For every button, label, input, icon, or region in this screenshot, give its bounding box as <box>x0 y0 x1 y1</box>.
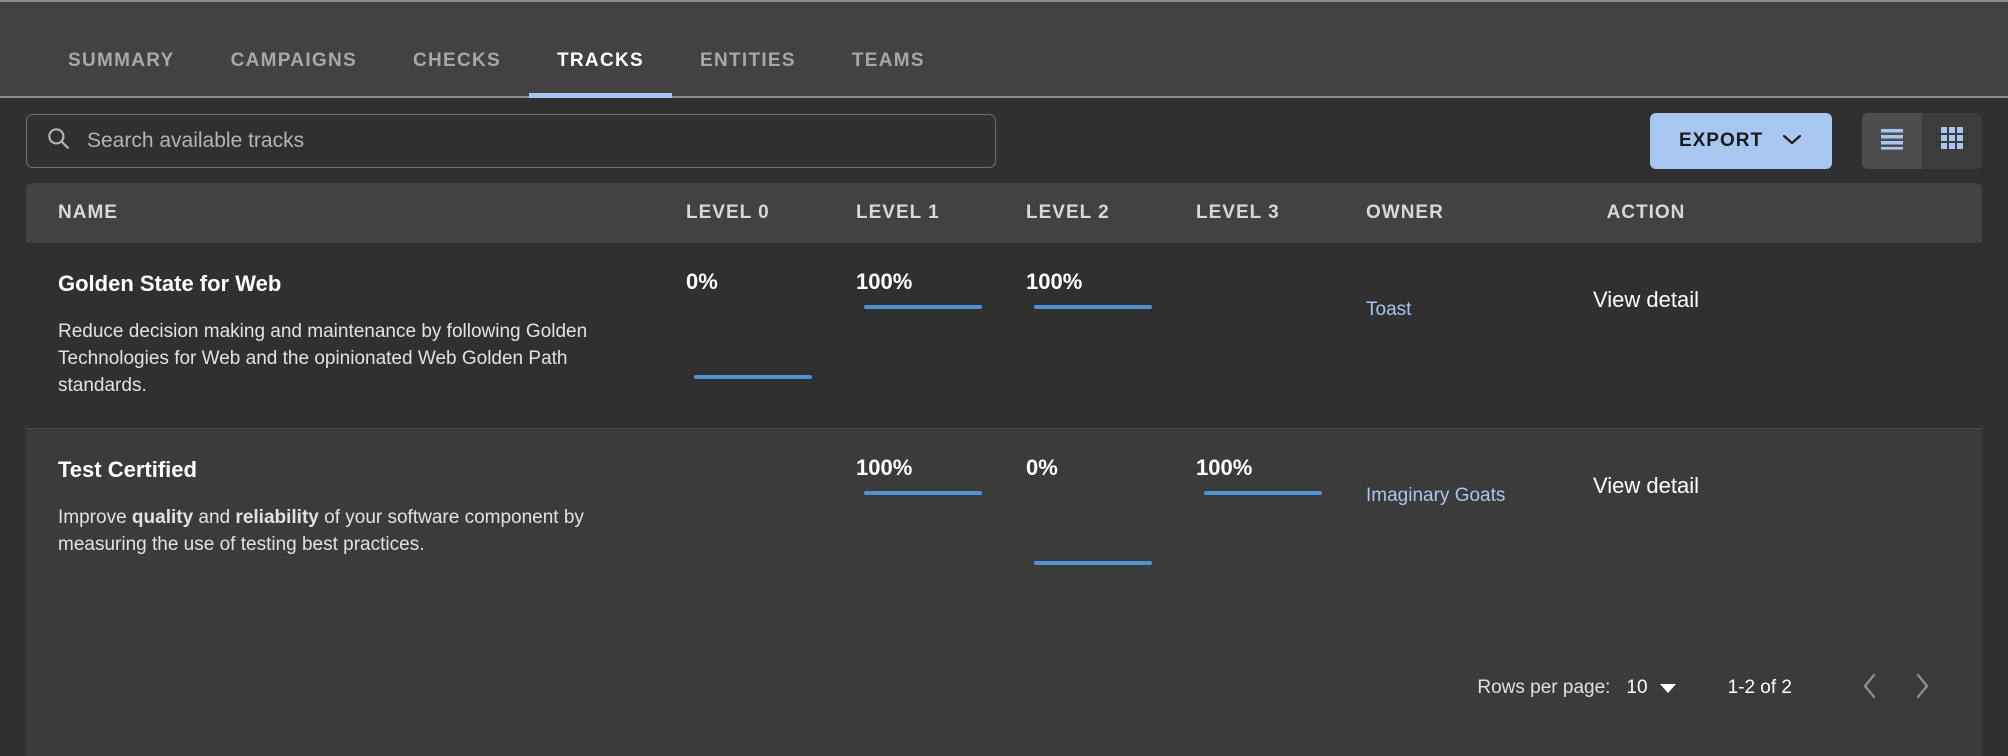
grid-view-button[interactable] <box>1922 112 1982 169</box>
table-row[interactable]: Golden State for Web Reduce decision mak… <box>26 243 1982 428</box>
level-2-cell: 100% <box>1026 243 1196 428</box>
level-3-progress-bar <box>1204 490 1322 495</box>
level-3-percent: 100% <box>1196 454 1253 480</box>
track-description: Improve quality and reliability of your … <box>58 506 584 555</box>
level-2-percent: 0% <box>1026 454 1058 480</box>
column-header-level-1[interactable]: LEVEL 1 <box>856 202 1026 224</box>
column-header-level-0[interactable]: LEVEL 0 <box>686 202 856 224</box>
level-2-progress-bar <box>1034 560 1152 565</box>
level-3-cell <box>1196 243 1366 428</box>
level-1-cell: 100% <box>856 429 1026 610</box>
pagination-range-label: 1-2 of 2 <box>1727 677 1792 699</box>
search-input[interactable] <box>87 128 977 153</box>
next-page-button[interactable] <box>1896 662 1948 714</box>
level-0-progress-bar <box>694 375 812 379</box>
table-row[interactable]: Test Certified Improve quality and relia… <box>26 427 1982 610</box>
level-2-progress-bar <box>1034 305 1152 309</box>
track-name-cell: Golden State for Web Reduce decision mak… <box>26 243 686 428</box>
track-title[interactable]: Test Certified <box>58 457 640 483</box>
level-1-cell: 100% <box>856 243 1026 428</box>
chevron-down-icon <box>1781 130 1803 152</box>
track-description: Reduce decision making and maintenance b… <box>58 321 588 396</box>
rows-per-page-value: 10 <box>1626 677 1648 699</box>
table-pagination-footer: Rows per page: 10 1-2 of 2 <box>26 609 1982 756</box>
level-2-percent: 100% <box>1026 269 1083 294</box>
track-title[interactable]: Golden State for Web <box>58 271 640 297</box>
level-1-progress-bar <box>864 305 982 309</box>
view-toggle-group <box>1862 112 1982 169</box>
top-navigation-bar: SUMMARY CAMPAIGNS CHECKS TRACKS ENTITIES… <box>0 0 2008 98</box>
list-view-button[interactable] <box>1862 112 1922 169</box>
search-icon <box>45 125 71 156</box>
export-button[interactable]: EXPORT <box>1650 112 1832 169</box>
rows-per-page-label: Rows per page: <box>1477 677 1611 699</box>
level-1-progress-bar <box>864 490 982 495</box>
owner-link[interactable]: Toast <box>1366 243 1546 428</box>
tab-tracks[interactable]: TRACKS <box>529 51 672 98</box>
table-header-row: NAME LEVEL 0 LEVEL 1 LEVEL 2 LEVEL 3 OWN… <box>26 183 1982 243</box>
column-header-action: ACTION <box>1606 202 1686 223</box>
column-header-name[interactable]: NAME <box>26 202 686 224</box>
search-box[interactable] <box>26 113 996 168</box>
tab-entities[interactable]: ENTITIES <box>672 51 824 96</box>
chevron-right-icon <box>1910 671 1934 706</box>
level-3-cell: 100% <box>1196 429 1366 610</box>
level-0-percent: 0% <box>686 269 718 294</box>
level-1-percent: 100% <box>856 269 913 294</box>
grid-view-icon <box>1938 125 1966 156</box>
list-view-icon <box>1878 126 1906 155</box>
column-header-level-3[interactable]: LEVEL 3 <box>1196 202 1366 224</box>
tab-campaigns[interactable]: CAMPAIGNS <box>203 51 385 96</box>
tracks-table: NAME LEVEL 0 LEVEL 1 LEVEL 2 LEVEL 3 OWN… <box>26 183 1982 756</box>
caret-down-icon <box>1659 683 1676 693</box>
previous-page-button[interactable] <box>1844 662 1896 714</box>
view-detail-link[interactable]: View detail <box>1546 243 1746 428</box>
rows-per-page-select[interactable]: 10 <box>1626 677 1676 699</box>
toolbar: EXPORT <box>0 98 2008 183</box>
level-2-cell: 0% <box>1026 429 1196 610</box>
view-detail-link[interactable]: View detail <box>1546 429 1746 610</box>
tab-teams[interactable]: TEAMS <box>824 51 953 96</box>
tab-checks[interactable]: CHECKS <box>385 51 529 96</box>
owner-link[interactable]: Imaginary Goats <box>1366 429 1546 610</box>
tab-summary[interactable]: SUMMARY <box>40 51 203 96</box>
track-name-cell: Test Certified Improve quality and relia… <box>26 429 686 610</box>
level-0-cell: 0% <box>686 243 856 428</box>
level-0-cell <box>686 429 856 610</box>
chevron-left-icon <box>1858 671 1882 706</box>
export-button-label: EXPORT <box>1678 129 1764 151</box>
level-1-percent: 100% <box>856 454 913 480</box>
column-header-level-2[interactable]: LEVEL 2 <box>1026 202 1196 224</box>
column-header-owner[interactable]: OWNER <box>1366 202 1546 224</box>
